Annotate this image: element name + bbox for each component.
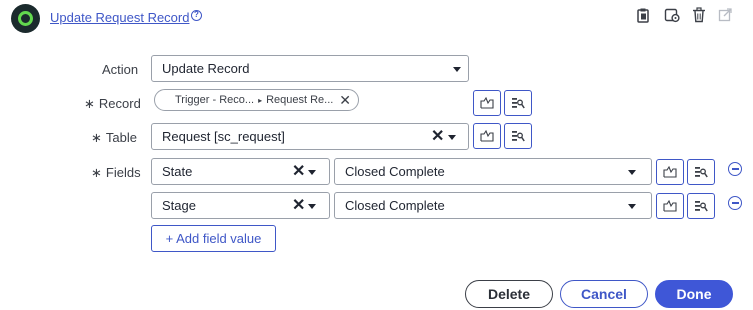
help-circle-icon[interactable]: ? [191, 10, 202, 21]
clear-icon[interactable]: ✕ [292, 164, 305, 180]
table-condition-builder-button[interactable] [504, 123, 532, 149]
pill-part-trigger: Trigger - Reco... [175, 94, 255, 106]
data-pill-icon [480, 130, 494, 142]
field-name-select[interactable]: State ✕ [151, 158, 330, 185]
field-name-value: State [162, 164, 193, 179]
open-external-icon[interactable] [718, 7, 732, 23]
clipboard-icon[interactable] [636, 7, 650, 23]
app-logo [11, 4, 40, 33]
filter-search-icon [512, 131, 525, 142]
required-asterisk: ∗ [91, 165, 102, 180]
pill-part-request: Request Re... [266, 94, 334, 106]
chevron-down-icon [628, 204, 636, 209]
chevron-down-icon [453, 67, 461, 72]
fields-label: ∗ Fields [91, 165, 141, 181]
pill-close-icon[interactable]: ✕ [339, 92, 351, 109]
field-value-select[interactable]: Closed Complete [334, 158, 652, 185]
data-pill-icon [663, 166, 677, 178]
settings-badge-icon[interactable] [664, 7, 680, 23]
field-value-text: Closed Complete [345, 198, 445, 213]
field-value-data-pill-button[interactable] [656, 193, 684, 219]
table-select-value: Request [sc_request] [162, 129, 285, 144]
record-label: ∗ Record [84, 96, 141, 112]
field-value-condition-button[interactable] [687, 193, 715, 219]
table-select[interactable]: Request [sc_request] ✕ [151, 123, 469, 150]
record-condition-builder-button[interactable] [504, 90, 532, 116]
table-label: ∗ Table [91, 130, 137, 146]
chevron-down-icon [628, 170, 636, 175]
fields-label-text: Fields [105, 165, 141, 180]
action-label: Action [102, 62, 139, 77]
data-pill-icon [480, 97, 494, 109]
chevron-down-icon [448, 135, 456, 140]
field-value-condition-button[interactable] [687, 159, 715, 185]
clear-icon[interactable]: ✕ [431, 129, 444, 145]
filter-search-icon [695, 167, 708, 178]
required-asterisk: ∗ [91, 130, 102, 145]
record-data-pill[interactable]: Trigger - Reco... ▸ Request Re... ✕ [154, 89, 359, 111]
record-title-link[interactable]: Update Request Record [50, 10, 189, 25]
action-select-value: Update Record [162, 61, 250, 76]
chevron-down-icon [308, 170, 316, 175]
field-name-select[interactable]: Stage ✕ [151, 192, 330, 219]
trash-icon[interactable] [692, 7, 706, 23]
record-data-pill-picker-button[interactable] [473, 90, 501, 116]
field-value-select[interactable]: Closed Complete [334, 192, 652, 219]
record-label-text: Record [98, 96, 141, 111]
chevron-down-icon [308, 204, 316, 209]
data-pill-icon [663, 200, 677, 212]
required-asterisk: ∗ [84, 96, 95, 111]
field-name-value: Stage [162, 198, 196, 213]
add-field-value-button[interactable]: + Add field value [151, 225, 276, 252]
clear-icon[interactable]: ✕ [292, 198, 305, 214]
done-button[interactable]: Done [655, 280, 733, 308]
filter-search-icon [695, 201, 708, 212]
pill-separator-icon: ▸ [258, 95, 263, 105]
delete-button[interactable]: Delete [465, 280, 553, 308]
cancel-button[interactable]: Cancel [560, 280, 648, 308]
field-value-text: Closed Complete [345, 164, 445, 179]
action-select[interactable]: Update Record [151, 55, 469, 82]
field-value-data-pill-button[interactable] [656, 159, 684, 185]
table-label-text: Table [105, 130, 137, 145]
table-data-pill-picker-button[interactable] [473, 123, 501, 149]
remove-field-icon[interactable] [728, 196, 742, 210]
filter-search-icon [512, 98, 525, 109]
remove-field-icon[interactable] [728, 162, 742, 176]
